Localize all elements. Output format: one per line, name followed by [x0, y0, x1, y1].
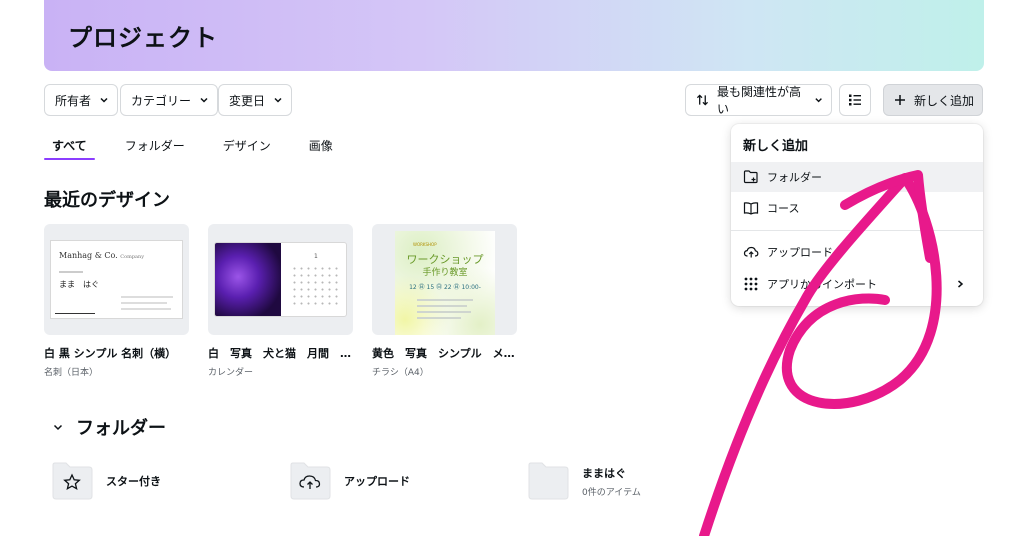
business-card-thumbnail[interactable]: Manhag & Co. Company まま はぐ	[44, 224, 189, 335]
recent-designs-heading: 最近のデザイン	[44, 190, 170, 211]
folder-icon	[52, 462, 93, 500]
add-new-label: 新しく追加	[914, 93, 975, 108]
tab-designs[interactable]: デザイン	[215, 135, 279, 159]
modified-filter-dropdown[interactable]: 変更日	[218, 84, 293, 116]
chevron-down-icon	[815, 98, 822, 103]
divider	[121, 296, 173, 298]
card-name-text: まま はぐ	[59, 280, 99, 289]
menu-divider	[731, 230, 983, 231]
chevron-right-icon	[958, 280, 964, 288]
design-type: カレンダー	[208, 368, 254, 378]
sort-label: 最も関連性が高い	[716, 85, 801, 116]
design-type: 名刺（日本）	[44, 368, 99, 378]
cloud-upload-icon	[743, 246, 759, 258]
folder-name: スター付き	[106, 475, 161, 488]
divider	[417, 299, 473, 301]
add-new-menu: 新しく追加 フォルダー コース アップロード アプリからインポート	[731, 124, 983, 306]
folder-item[interactable]: ままはぐ 0件のアイテム	[526, 462, 641, 500]
folder-item[interactable]: アップロード	[288, 462, 410, 500]
content-tabs: すべて フォルダー デザイン 画像	[44, 135, 363, 160]
folder-icon	[528, 462, 569, 500]
divider	[55, 313, 95, 314]
design-card[interactable]: WORKSHOP ワークショップ 手作り教室 12 ㊐ 15 ㊐ 22 ㊐ 10…	[372, 224, 517, 378]
folder-name: アップロード	[344, 475, 410, 488]
divider	[417, 317, 461, 319]
flyer-kicker: WORKSHOP	[413, 242, 437, 247]
menu-item-label: アップロード	[767, 246, 833, 259]
folder-item-count: 0件のアイテム	[582, 487, 641, 498]
divider	[417, 311, 471, 313]
menu-item-label: コース	[767, 202, 800, 215]
design-card[interactable]: 1 白 写真 犬と猫 月間 … カレンダー	[208, 224, 353, 378]
menu-item-label: アプリからインポート	[767, 278, 877, 291]
design-title[interactable]: 黄色 写真 シンプル メ…	[372, 345, 517, 361]
list-view-icon	[849, 94, 861, 106]
menu-item-import-apps[interactable]: アプリからインポート	[731, 269, 983, 299]
chevron-down-icon	[53, 424, 63, 431]
chevron-down-icon	[274, 97, 282, 103]
flyer-dates: 12 ㊐ 15 ㊐ 22 ㊐ 10:00-	[409, 284, 481, 291]
list-view-button[interactable]	[839, 84, 871, 116]
folder-icon	[290, 462, 331, 500]
design-type: チラシ（A4）	[372, 368, 429, 378]
owner-filter-dropdown[interactable]: 所有者	[44, 84, 119, 116]
menu-item-label: フォルダー	[767, 171, 822, 184]
folder-plus-icon	[743, 170, 758, 184]
menu-item-upload[interactable]: アップロード	[731, 237, 983, 267]
design-title[interactable]: 白 写真 犬と猫 月間 …	[208, 345, 353, 361]
chevron-down-icon	[100, 97, 108, 103]
folders-heading: フォルダー	[76, 418, 166, 439]
book-icon	[743, 202, 759, 215]
owner-filter-label: 所有者	[55, 93, 92, 108]
sort-icon	[696, 94, 709, 106]
tab-all[interactable]: すべて	[44, 135, 95, 160]
folders-section-toggle[interactable]: フォルダー	[52, 414, 166, 440]
flyer-thumbnail[interactable]: WORKSHOP ワークショップ 手作り教室 12 ㊐ 15 ㊐ 22 ㊐ 10…	[372, 224, 517, 335]
menu-item-course[interactable]: コース	[731, 193, 983, 223]
plus-icon	[895, 95, 905, 105]
calendar-preview: 1	[214, 242, 347, 317]
sort-dropdown[interactable]: 最も関連性が高い	[685, 84, 832, 116]
flyer-preview: WORKSHOP ワークショップ 手作り教室 12 ㊐ 15 ㊐ 22 ㊐ 10…	[395, 231, 495, 335]
category-filter-label: カテゴリー	[131, 93, 192, 108]
business-card-preview: Manhag & Co. Company まま はぐ	[50, 240, 183, 319]
menu-item-folder[interactable]: フォルダー	[731, 162, 983, 192]
divider	[121, 302, 167, 304]
card-brand-text: Manhag & Co.	[59, 251, 118, 260]
page-title: プロジェクト	[68, 24, 218, 52]
card-tagline-text: Company	[120, 254, 145, 260]
add-new-button[interactable]: 新しく追加	[883, 84, 983, 116]
flyer-subheading: 手作り教室	[422, 268, 468, 278]
grid-icon	[744, 277, 758, 291]
modified-filter-label: 変更日	[229, 93, 266, 108]
design-card[interactable]: Manhag & Co. Company まま はぐ 白 黒 シンプル 名刺（横…	[44, 224, 189, 378]
tab-images[interactable]: 画像	[301, 135, 341, 159]
tab-folders[interactable]: フォルダー	[117, 135, 193, 159]
chevron-down-icon	[200, 97, 208, 103]
divider	[417, 305, 467, 307]
divider	[59, 271, 83, 273]
design-title[interactable]: 白 黒 シンプル 名刺（横）	[44, 345, 189, 361]
menu-title: 新しく追加	[743, 139, 809, 154]
calendar-month: 1	[314, 253, 318, 260]
calendar-grid	[291, 265, 341, 305]
calendar-thumbnail[interactable]: 1	[208, 224, 353, 335]
category-filter-dropdown[interactable]: カテゴリー	[120, 84, 219, 116]
folder-name: ままはぐ	[582, 466, 626, 480]
divider	[121, 308, 171, 310]
flower-photo	[215, 243, 281, 316]
folder-item[interactable]: スター付き	[50, 462, 161, 500]
